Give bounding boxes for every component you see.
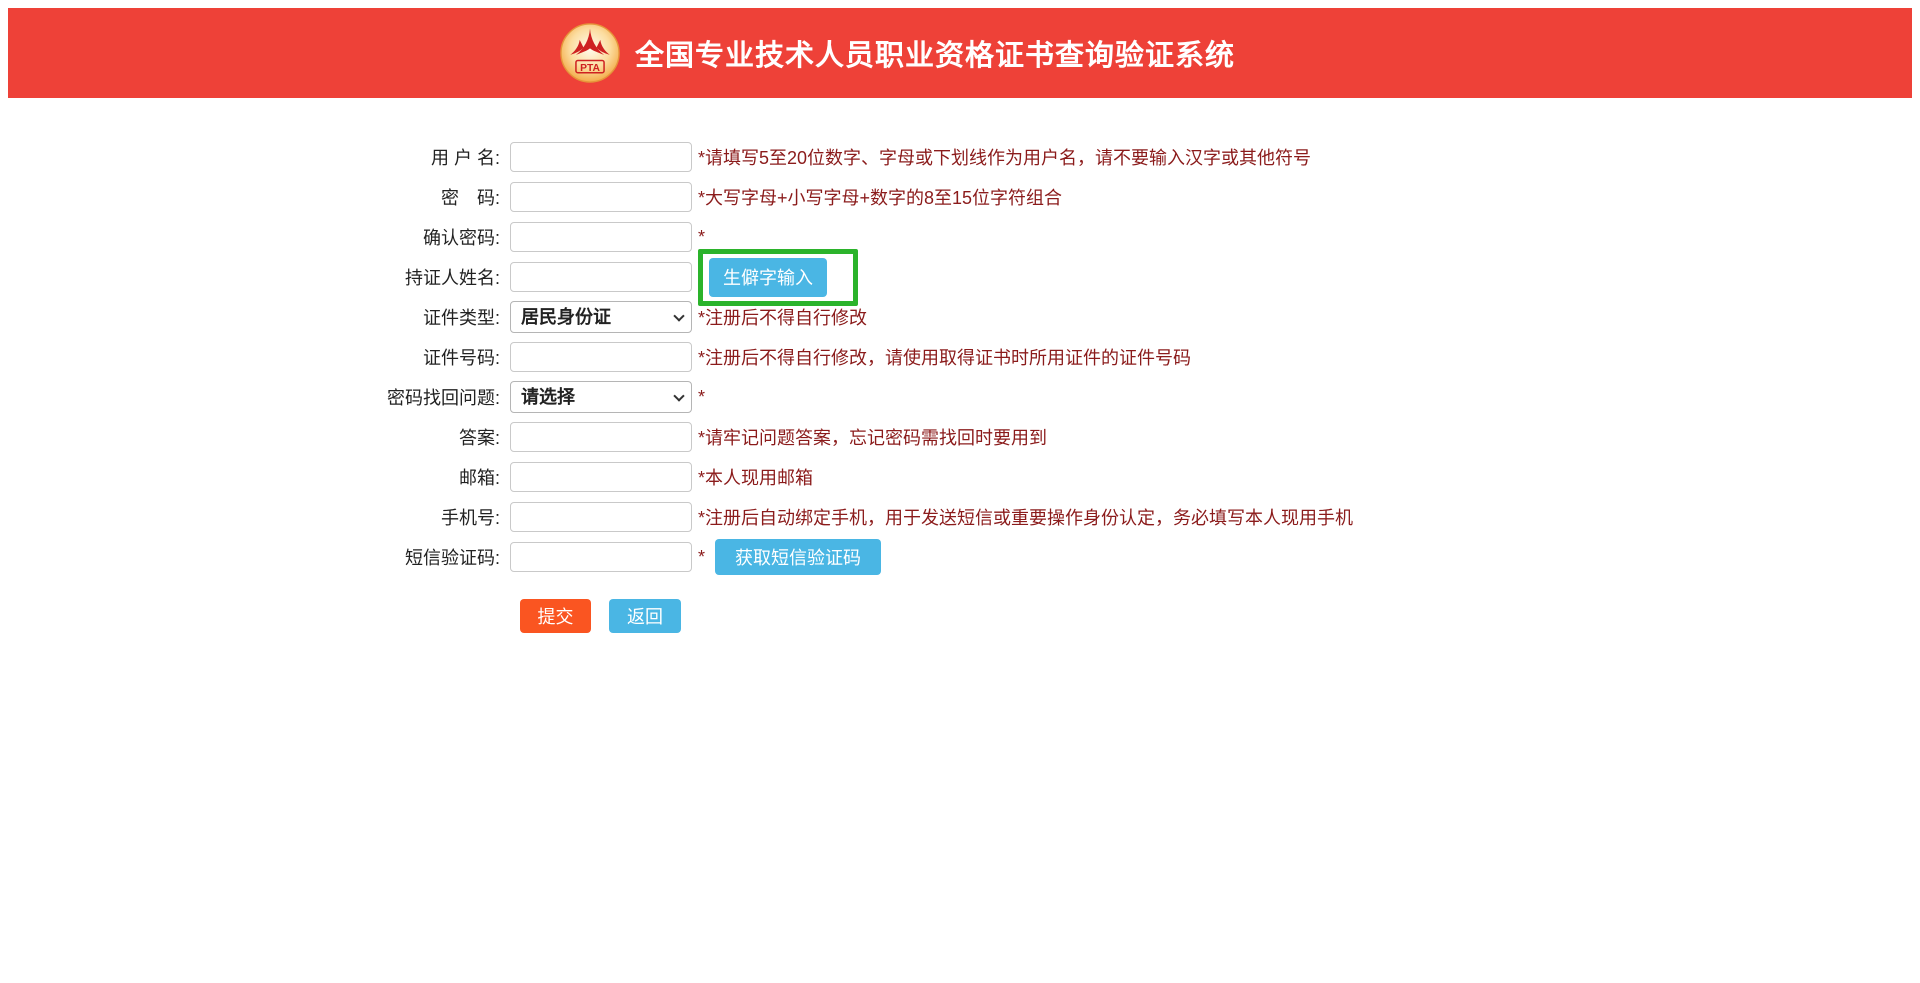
id-number-input[interactable]: [510, 342, 692, 372]
username-input[interactable]: [510, 142, 692, 172]
back-button[interactable]: 返回: [609, 599, 681, 633]
field-hint: *大写字母+小写字母+数字的8至15位字符组合: [698, 184, 1062, 210]
page: PTA 全国专业技术人员职业资格证书查询验证系统 用 户 名: *请填写5至20…: [8, 8, 1912, 633]
form-row-email: 邮箱: *本人现用邮箱: [8, 457, 1912, 497]
form-row-id-number: 证件号码: *注册后不得自行修改，请使用取得证书时所用证件的证件号码: [8, 337, 1912, 377]
form-row-mobile: 手机号: *注册后自动绑定手机，用于发送短信或重要操作身份认定，务必填写本人现用…: [8, 497, 1912, 537]
field-hint: *请填写5至20位数字、字母或下划线作为用户名，请不要输入汉字或其他符号: [698, 144, 1311, 170]
password-input[interactable]: [510, 182, 692, 212]
field-label: 答案:: [8, 424, 510, 450]
email-input[interactable]: [510, 462, 692, 492]
field-label: 手机号:: [8, 504, 510, 530]
id-type-select-wrap: 居民身份证: [510, 301, 692, 333]
submit-button[interactable]: 提交: [520, 599, 591, 633]
field-label: 密码找回问题:: [8, 384, 510, 410]
field-label: 用 户 名:: [8, 144, 510, 170]
registration-form: 用 户 名: *请填写5至20位数字、字母或下划线作为用户名，请不要输入汉字或其…: [8, 137, 1912, 633]
required-asterisk: *: [698, 227, 705, 248]
page-title: 全国专业技术人员职业资格证书查询验证系统: [635, 32, 1235, 74]
field-hint: *请牢记问题答案，忘记密码需找回时要用到: [698, 424, 1047, 450]
confirm-password-input[interactable]: [510, 222, 692, 252]
sms-code-input[interactable]: [510, 542, 692, 572]
id-type-select[interactable]: 居民身份证: [510, 301, 692, 333]
field-hint: *注册后不得自行修改，请使用取得证书时所用证件的证件号码: [698, 344, 1191, 370]
form-row-security-question: 密码找回问题: 请选择 *: [8, 377, 1912, 417]
mobile-input[interactable]: [510, 502, 692, 532]
required-asterisk: *: [698, 547, 705, 568]
field-label: 短信验证码:: [8, 544, 510, 570]
field-label: 密 码:: [8, 184, 510, 210]
form-row-holder-name: 持证人姓名: 生僻字输入: [8, 257, 1912, 297]
form-row-sms-code: 短信验证码: * 获取短信验证码: [8, 537, 1912, 577]
pta-logo: PTA: [560, 23, 620, 83]
form-row-answer: 答案: *请牢记问题答案，忘记密码需找回时要用到: [8, 417, 1912, 457]
form-row-username: 用 户 名: *请填写5至20位数字、字母或下划线作为用户名，请不要输入汉字或其…: [8, 137, 1912, 177]
form-actions: 提交 返回: [520, 599, 1912, 633]
field-hint: *注册后自动绑定手机，用于发送短信或重要操作身份认定，务必填写本人现用手机: [698, 504, 1353, 530]
field-label: 确认密码:: [8, 224, 510, 250]
required-asterisk: *: [698, 387, 705, 408]
field-hint: *注册后不得自行修改: [698, 304, 867, 330]
get-sms-code-button[interactable]: 获取短信验证码: [715, 539, 881, 575]
svg-text:PTA: PTA: [580, 63, 600, 74]
security-question-select[interactable]: 请选择: [510, 381, 692, 413]
holder-name-input[interactable]: [510, 262, 692, 292]
security-question-select-wrap: 请选择: [510, 381, 692, 413]
field-label: 邮箱:: [8, 464, 510, 490]
form-row-confirm-password: 确认密码: *: [8, 217, 1912, 257]
field-label: 证件号码:: [8, 344, 510, 370]
form-row-id-type: 证件类型: 居民身份证 *注册后不得自行修改: [8, 297, 1912, 337]
answer-input[interactable]: [510, 422, 692, 452]
field-hint: *本人现用邮箱: [698, 464, 813, 490]
field-label: 持证人姓名:: [8, 264, 510, 290]
highlight-box: 生僻字输入: [698, 249, 858, 306]
rare-character-button[interactable]: 生僻字输入: [709, 258, 827, 297]
form-row-password: 密 码: *大写字母+小写字母+数字的8至15位字符组合: [8, 177, 1912, 217]
site-header: PTA 全国专业技术人员职业资格证书查询验证系统: [8, 8, 1912, 98]
field-label: 证件类型:: [8, 304, 510, 330]
